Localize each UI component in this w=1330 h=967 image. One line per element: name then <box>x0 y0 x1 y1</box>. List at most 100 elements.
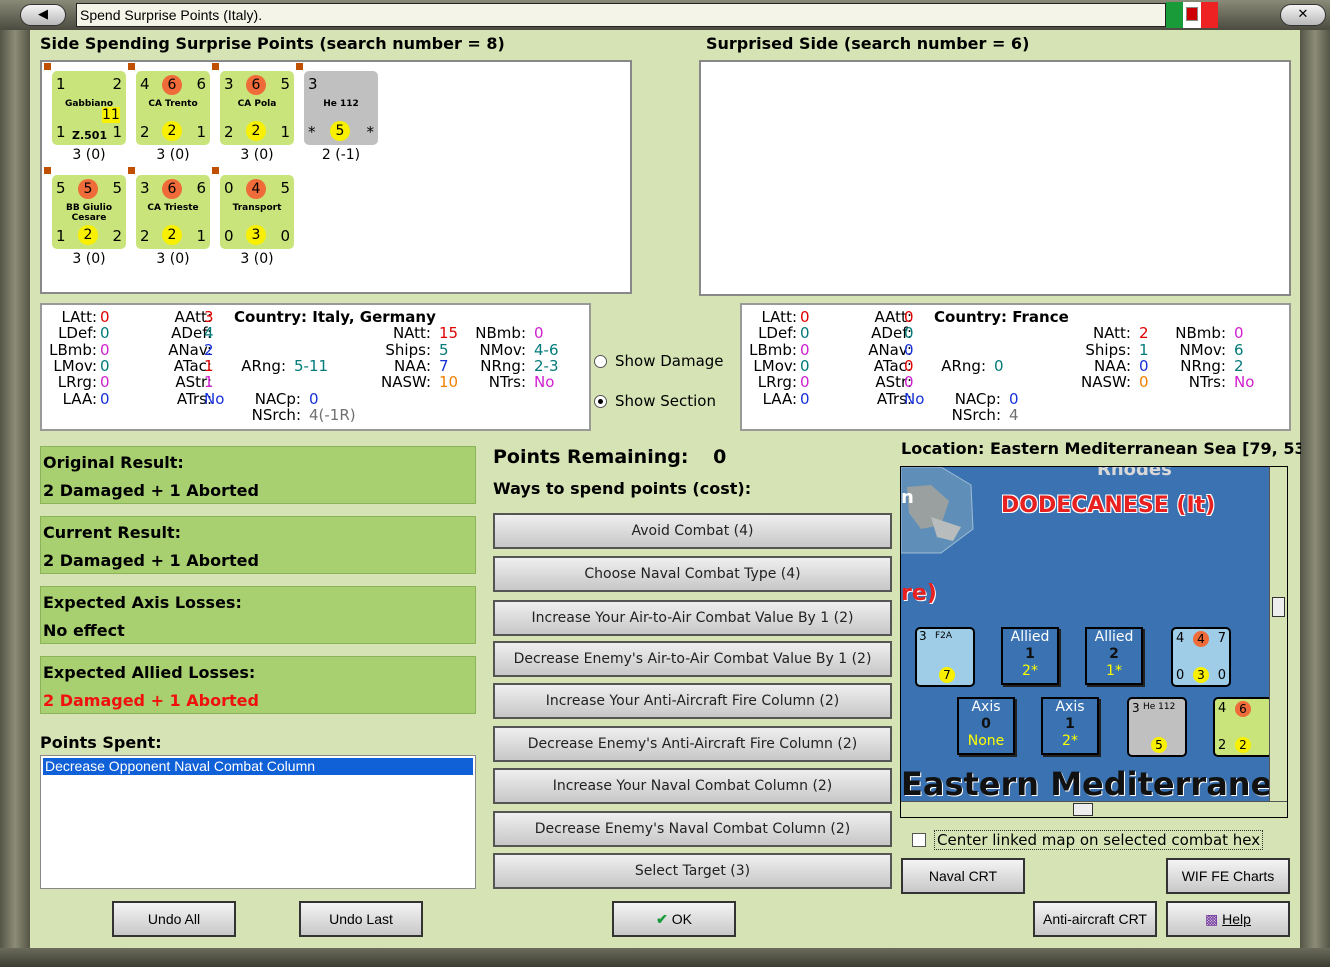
undo-all-button[interactable]: Undo All <box>112 901 236 937</box>
map-unit-submarine[interactable]: 4 4 7 0 3 0 <box>1171 627 1231 687</box>
stat-label-lbmb: LBmb: <box>749 340 797 359</box>
points-spent-list[interactable]: Decrease Opponent Naval Combat Column <box>40 755 476 889</box>
unit-tr: 5 <box>280 179 290 197</box>
unit-tr: 5 <box>112 179 122 197</box>
ok-label: OK <box>671 911 692 927</box>
unit-counter[interactable]: 4 6 6 CA Trento 2 2 1 <box>136 71 210 145</box>
unit-name: CA Trieste <box>147 203 199 213</box>
map-vertical-scrollbar[interactable] <box>1269 467 1287 803</box>
unit-tc: 4 <box>246 179 266 199</box>
unit-counter[interactable]: 3 He 112 * 5 * <box>304 71 378 145</box>
close-button[interactable]: ✕ <box>1280 4 1326 26</box>
help-button[interactable]: ▩ Help <box>1166 901 1290 937</box>
unit-br: * <box>366 123 375 141</box>
aa-crt-button[interactable]: Anti-aircraft CRT <box>1033 901 1157 937</box>
center-map-checkbox[interactable] <box>912 833 926 847</box>
stat-label-nasw: NASW: <box>1080 373 1131 392</box>
spend-option-button[interactable]: Increase Your Air-to-Air Combat Value By… <box>493 600 892 636</box>
spend-option-button[interactable]: Avoid Combat (4) <box>493 513 892 549</box>
unit-name: He 112 <box>323 99 359 109</box>
unit-bc: 5 <box>330 121 350 141</box>
stat-value-nasw: 10 <box>439 373 459 392</box>
unit-name: Transport <box>232 203 282 213</box>
allied-token-1[interactable]: Allied 1 2* <box>1001 627 1059 685</box>
spend-option-button[interactable]: Choose Naval Combat Type (4) <box>493 556 892 592</box>
stat-label-nrng: NRng: <box>480 356 526 375</box>
stat-value-aatt: 0 <box>904 308 914 326</box>
wif-charts-button[interactable]: WIF FE Charts <box>1166 858 1290 894</box>
spend-option-button[interactable]: Decrease Enemy's Anti-Aircraft Fire Colu… <box>493 726 892 762</box>
spending-side-header: Side Spending Surprise Points (search nu… <box>40 34 505 53</box>
center-map-label: Center linked map on selected combat hex <box>934 830 1264 850</box>
unit-tr: 6 <box>196 179 206 197</box>
axis-token-0[interactable]: Axis 0 None <box>957 697 1015 755</box>
left-frame <box>0 30 30 948</box>
unit-strength-caption: 3 (0) <box>240 147 274 163</box>
unit-counter[interactable]: 5 5 5 BB Giulio Cesare 1 2 2 <box>52 175 126 249</box>
map-horizontal-scrollbar[interactable] <box>901 801 1287 817</box>
stat-value-laa: 0 <box>800 389 810 408</box>
unit-bc: 2 <box>162 225 182 245</box>
allied-token-2[interactable]: Allied 2 1* <box>1085 627 1143 685</box>
unit-marker <box>212 167 219 174</box>
stat-value-atac: 0 <box>904 356 914 375</box>
spend-option-button[interactable]: Increase Your Anti-Aircraft Fire Column … <box>493 683 892 719</box>
axis-losses-box: Expected Axis Losses: No effect <box>40 586 476 644</box>
stat-label-arng: ARng: <box>241 356 286 375</box>
spend-option-button[interactable]: Select Target (3) <box>493 853 892 889</box>
show-damage-radio[interactable] <box>594 354 607 368</box>
axis-losses-value: No effect <box>43 621 125 640</box>
map-hscroll-thumb[interactable] <box>1073 803 1093 816</box>
stat-label-ntrs: NTrs: <box>488 373 526 392</box>
sea-label: Eastern Mediterrane <box>901 765 1273 803</box>
undo-last-button[interactable]: Undo Last <box>299 901 423 937</box>
window-title: Spend Surprise Points (Italy). <box>76 3 1166 27</box>
spend-option-button[interactable]: Increase Your Naval Combat Column (2) <box>493 768 892 804</box>
unit-mid: 11 <box>102 107 120 123</box>
stat-value-lrrg: 0 <box>800 373 810 392</box>
unit-bc: 2 <box>162 121 182 141</box>
stat-label-ships: Ships: <box>1085 340 1131 359</box>
unit-strength-caption: 3 (0) <box>156 147 190 163</box>
center-map-option[interactable]: Center linked map on selected combat hex <box>912 830 1264 850</box>
spend-option-button[interactable]: Decrease Enemy's Naval Combat Column (2) <box>493 811 892 847</box>
unit-bl: 1 <box>56 123 66 141</box>
stat-value-astr: 0 <box>904 373 914 392</box>
show-section-radio[interactable] <box>594 394 607 408</box>
unit-br: 0 <box>280 227 290 245</box>
unit-counter[interactable]: 3 6 5 CA Pola 2 2 1 <box>220 71 294 145</box>
spend-option-button[interactable]: Decrease Enemy's Air-to-Air Combat Value… <box>493 641 892 677</box>
stat-value-anav: 2 <box>204 340 214 359</box>
unit-strength-caption: 2 (-1) <box>321 147 361 163</box>
linked-map[interactable]: Rhodes DODECANESE (It) re) n Eastern Med… <box>900 466 1288 818</box>
stat-value-nasw: 0 <box>1139 373 1149 392</box>
unit-counter[interactable]: 3 6 6 CA Trieste 2 2 1 <box>136 175 210 249</box>
stat-label-natt: NAtt: <box>1092 324 1131 343</box>
unit-counter[interactable]: 1 2 Gabbiano 11 Z.501 1 1 <box>52 71 126 145</box>
stat-value-lbmb: 0 <box>100 340 110 359</box>
italy-flag-icon <box>1166 2 1218 28</box>
naval-crt-button[interactable]: Naval CRT <box>901 858 1025 894</box>
stat-value-nmov: 4-6 <box>534 340 559 359</box>
unit-marker <box>44 167 51 174</box>
ok-button[interactable]: ✔ OK <box>612 901 736 937</box>
allied-losses-box: Expected Allied Losses: 2 Damaged + 1 Ab… <box>40 656 476 714</box>
map-unit-ca-trento[interactable]: 4 6 2 2 <box>1213 697 1273 757</box>
points-spent-item[interactable]: Decrease Opponent Naval Combat Column <box>43 758 473 775</box>
axis-token-1[interactable]: Axis 1 2* <box>1041 697 1099 755</box>
show-section-option[interactable]: Show Section <box>594 392 716 410</box>
stat-label-latt: LAtt: <box>61 308 97 326</box>
window-menu-button[interactable]: ◀ <box>20 4 66 26</box>
stat-label-nrng: NRng: <box>1180 356 1226 375</box>
show-damage-option[interactable]: Show Damage <box>594 352 724 370</box>
map-vscroll-thumb[interactable] <box>1272 597 1285 617</box>
map-unit-he112[interactable]: 3 He 112 5 <box>1127 697 1187 757</box>
stat-value-ntrs: No <box>1234 373 1255 392</box>
map-unit-f2a-buffalo[interactable]: 3 F2A 7 <box>915 627 975 687</box>
title-bar: ◀ Spend Surprise Points (Italy). ✕ <box>0 0 1330 30</box>
stat-label-latt: LAtt: <box>761 308 797 326</box>
stat-value-adef: 0 <box>904 324 914 343</box>
unit-counter[interactable]: 0 4 5 Transport 0 3 0 <box>220 175 294 249</box>
stat-value-naa: 7 <box>439 356 449 375</box>
unit-bc: 2 <box>78 225 98 245</box>
